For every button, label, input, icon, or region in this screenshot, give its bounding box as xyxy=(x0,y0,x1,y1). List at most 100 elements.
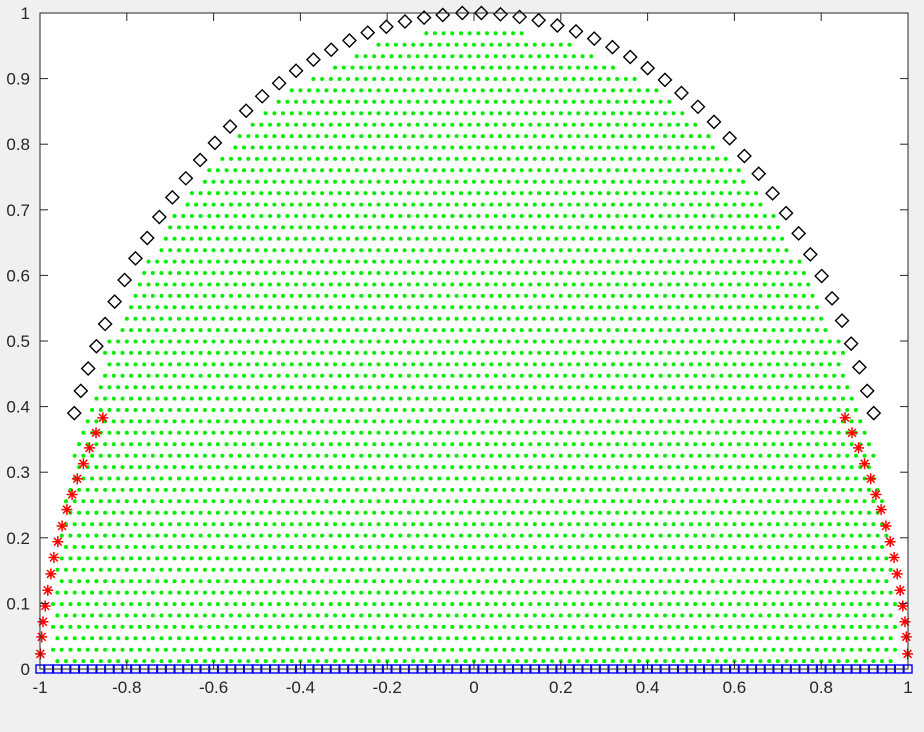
interior-point xyxy=(593,567,598,572)
interior-point xyxy=(359,134,364,139)
side-boundary-point xyxy=(77,458,89,470)
interior-point xyxy=(871,522,876,527)
interior-point xyxy=(393,567,398,572)
interior-point xyxy=(137,419,142,424)
interior-point xyxy=(454,42,459,47)
interior-point xyxy=(307,156,312,161)
interior-point xyxy=(645,408,650,412)
interior-point xyxy=(268,465,272,470)
interior-point xyxy=(593,225,598,230)
interior-point xyxy=(220,156,225,161)
interior-point xyxy=(745,533,750,538)
interior-point xyxy=(107,453,112,458)
interior-point xyxy=(215,647,220,652)
interior-point xyxy=(697,225,702,230)
interior-point xyxy=(571,259,576,264)
interior-point xyxy=(485,350,489,355)
interior-point xyxy=(359,659,364,664)
interior-point xyxy=(467,145,472,150)
interior-point xyxy=(498,385,502,390)
interior-point xyxy=(398,373,403,378)
interior-point xyxy=(346,579,351,584)
interior-point xyxy=(233,145,238,150)
interior-point xyxy=(198,442,203,447)
interior-point xyxy=(372,168,377,173)
interior-point xyxy=(745,556,750,561)
interior-point xyxy=(229,545,233,549)
interior-point xyxy=(723,248,728,253)
interior-point xyxy=(545,214,550,218)
interior-point xyxy=(671,430,676,435)
interior-point xyxy=(172,305,177,310)
interior-point xyxy=(680,385,685,390)
interior-point xyxy=(398,282,403,287)
interior-point xyxy=(636,385,641,390)
interior-point xyxy=(419,88,424,93)
interior-point xyxy=(558,476,563,481)
interior-point xyxy=(710,191,715,196)
interior-point xyxy=(623,214,628,218)
interior-point xyxy=(554,647,559,652)
interior-point xyxy=(728,442,733,447)
interior-point xyxy=(680,636,685,641)
interior-point xyxy=(719,373,724,378)
interior-point xyxy=(337,191,342,196)
interior-point xyxy=(567,613,572,618)
interior-point xyxy=(619,88,624,93)
interior-point xyxy=(328,145,333,150)
interior-point xyxy=(589,54,594,59)
interior-point xyxy=(689,430,693,435)
interior-point xyxy=(511,373,516,378)
interior-point xyxy=(558,65,563,70)
interior-point xyxy=(567,476,572,481)
interior-point xyxy=(493,214,498,218)
interior-point xyxy=(463,476,468,481)
interior-point xyxy=(676,602,680,607)
interior-point xyxy=(107,408,112,412)
interior-point xyxy=(402,339,407,344)
interior-point xyxy=(229,225,233,230)
interior-point xyxy=(541,659,546,664)
interior-point xyxy=(749,659,754,664)
interior-point xyxy=(172,465,177,470)
interior-point xyxy=(159,453,164,458)
interior-point xyxy=(263,385,268,390)
interior-point xyxy=(393,430,398,435)
interior-point xyxy=(775,522,780,527)
interior-point xyxy=(610,453,615,458)
side-boundary-point xyxy=(853,442,864,454)
interior-point xyxy=(437,248,442,253)
interior-point xyxy=(797,259,802,264)
interior-point xyxy=(845,522,850,527)
interior-point xyxy=(732,179,737,184)
interior-point xyxy=(741,522,746,527)
interior-point xyxy=(632,236,637,241)
interior-point xyxy=(411,111,416,116)
interior-point xyxy=(519,396,524,401)
interior-point xyxy=(606,465,611,470)
interior-point xyxy=(537,282,542,287)
interior-point xyxy=(289,362,294,367)
interior-point xyxy=(285,168,290,173)
interior-point xyxy=(519,465,524,470)
interior-point xyxy=(732,408,737,412)
interior-point xyxy=(398,54,403,59)
interior-point xyxy=(728,396,733,401)
interior-point xyxy=(567,65,572,70)
interior-point xyxy=(476,214,481,218)
interior-point xyxy=(194,476,199,481)
interior-point xyxy=(754,214,759,218)
interior-point xyxy=(537,602,542,607)
interior-point xyxy=(836,476,841,481)
interior-point xyxy=(398,305,403,310)
interior-point xyxy=(814,647,819,652)
interior-point xyxy=(619,545,624,549)
interior-point xyxy=(524,362,529,367)
interior-point xyxy=(754,419,759,424)
interior-point xyxy=(537,647,542,652)
interior-point xyxy=(515,453,520,458)
interior-point xyxy=(489,225,494,230)
interior-point xyxy=(489,271,494,275)
interior-point xyxy=(111,510,116,515)
interior-point xyxy=(250,419,255,424)
